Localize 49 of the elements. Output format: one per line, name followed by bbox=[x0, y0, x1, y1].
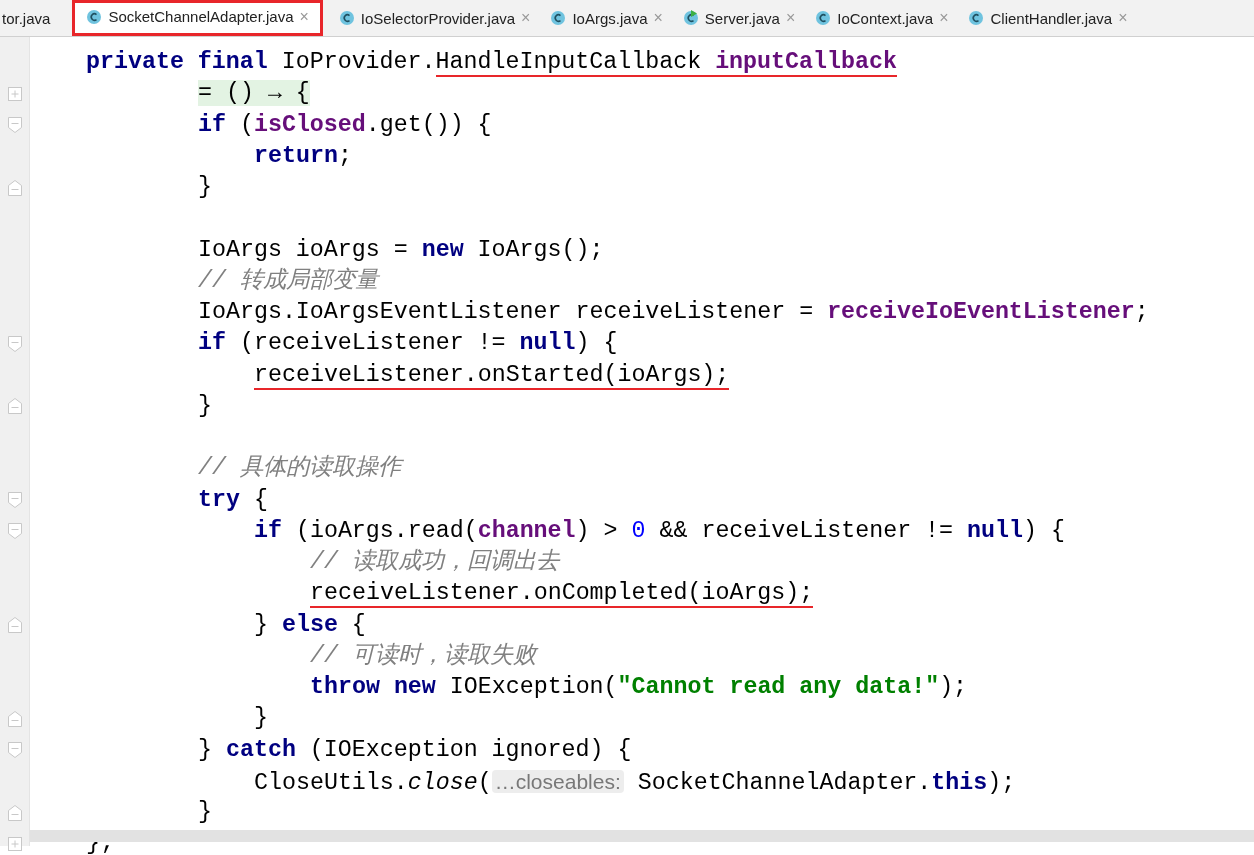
editor-tab[interactable]: IoContext.java × bbox=[805, 0, 959, 36]
collapse-fold-icon[interactable] bbox=[6, 116, 23, 135]
collapse-fold-icon[interactable] bbox=[6, 491, 23, 510]
editor-tab[interactable]: SocketChannelAdapter.java × bbox=[72, 0, 323, 36]
code-line: } bbox=[254, 705, 268, 732]
fold-end-icon[interactable] bbox=[6, 803, 23, 822]
collapse-fold-icon[interactable] bbox=[6, 741, 23, 760]
class-icon bbox=[86, 8, 103, 25]
code-line: CloseUtils.close( bbox=[254, 769, 492, 796]
collapse-fold-icon[interactable] bbox=[6, 522, 23, 541]
fold-end-icon[interactable] bbox=[6, 178, 23, 197]
code-line: } bbox=[198, 799, 212, 825]
code-line: } bbox=[198, 174, 212, 200]
editor-tab[interactable]: IoSelectorProvider.java × bbox=[328, 0, 541, 36]
code-line: // 转成局部变量 bbox=[198, 267, 378, 294]
code-line: IoArgs ioArgs = new IoArgs(); bbox=[198, 236, 604, 263]
code-line: } else { bbox=[254, 611, 366, 638]
fold-end-icon[interactable] bbox=[6, 397, 23, 416]
code-line: // 读取成功，回调出去 bbox=[310, 549, 559, 575]
code-line: if (receiveListener != null) { bbox=[198, 330, 618, 357]
code-line: receiveListener.onStarted(ioArgs); bbox=[254, 361, 730, 390]
runnable-class-icon bbox=[682, 10, 699, 26]
collapse-fold-icon[interactable] bbox=[6, 334, 23, 353]
expand-fold-icon[interactable] bbox=[6, 84, 23, 103]
code-line: private final IoProvider.HandleInputCallback inputCallback bbox=[86, 49, 897, 77]
editor-tab[interactable]: IoArgs.java × bbox=[540, 0, 673, 36]
code-line: if (ioArgs.read(channel) > 0 && receiveListener != null) { bbox=[254, 517, 1065, 544]
class-icon bbox=[550, 10, 567, 26]
class-icon bbox=[338, 10, 355, 26]
code-line: if (isClosed.get()) { bbox=[198, 111, 492, 138]
fold-end-icon[interactable] bbox=[6, 616, 23, 635]
parameter-hint: …closeables: bbox=[491, 769, 624, 793]
class-icon bbox=[968, 10, 985, 26]
fold-end-icon[interactable] bbox=[6, 709, 23, 728]
editor-tab[interactable]: ClientHandler.java × bbox=[958, 0, 1138, 36]
code-line: SocketChannelAdapter.this); bbox=[636, 769, 1016, 796]
horizontal-scrollbar[interactable] bbox=[30, 830, 1254, 842]
class-icon bbox=[815, 10, 832, 26]
code-line: throw new IOException("Cannot read any data!"); bbox=[310, 674, 968, 700]
code-line: } catch (IOException ignored) { bbox=[198, 736, 632, 763]
code-line: try { bbox=[198, 486, 268, 513]
expand-fold-icon[interactable] bbox=[6, 834, 23, 853]
editor-tab[interactable]: tor.java bbox=[0, 0, 61, 36]
code-line: IoArgs.IoArgsEventListener receiveListener = receiveIoEventListener; bbox=[198, 299, 1149, 325]
editor-tab[interactable]: Server.java × bbox=[672, 0, 806, 36]
code-line: return; bbox=[254, 142, 352, 169]
code-line: } bbox=[198, 392, 212, 419]
folded-code[interactable]: = () → { bbox=[198, 80, 310, 107]
code-line: receiveListener.onCompleted(ioArgs); bbox=[310, 580, 814, 609]
